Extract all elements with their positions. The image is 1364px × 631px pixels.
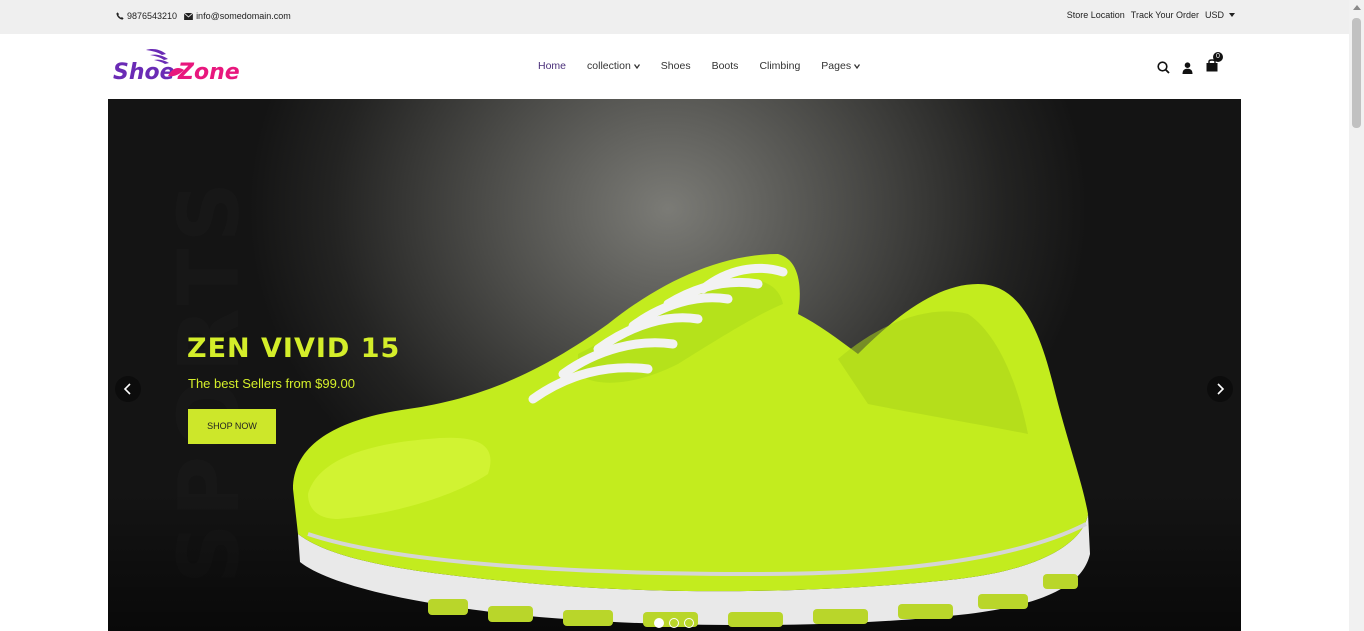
hero-slider: SPORTS EDITION — [108, 99, 1241, 631]
slider-dot-3[interactable] — [684, 618, 694, 628]
page: 9876543210 info@somedomain.com Store Loc… — [0, 0, 1364, 631]
phone-item[interactable]: 9876543210 — [116, 11, 177, 21]
scroll-up-arrow-icon[interactable] — [1353, 5, 1361, 10]
hero-headline: ZEN VIVID 15 — [187, 333, 401, 364]
cart-count-badge: 0 — [1213, 52, 1223, 62]
slider-prev-button[interactable] — [115, 376, 141, 402]
currency-value: USD — [1204, 10, 1224, 20]
caret-down-icon — [854, 63, 861, 69]
nav-label: Home — [538, 60, 567, 72]
nav-label: Shoes — [660, 60, 691, 72]
nav-label: Climbing — [759, 60, 801, 72]
nav-label: Boots — [711, 60, 739, 72]
chevron-right-icon — [1217, 383, 1225, 395]
contact-info: 9876543210 info@somedomain.com — [116, 11, 291, 21]
nav-pages[interactable]: Pages — [821, 60, 861, 72]
main-header: Shoe Zone Home collection Shoes Boots Cl… — [0, 34, 1349, 99]
store-location-link[interactable]: Store Location — [1067, 10, 1125, 20]
slider-dots — [654, 618, 694, 628]
header-actions: 0 — [1157, 52, 1223, 77]
user-icon[interactable] — [1182, 61, 1193, 74]
shoezone-logo[interactable]: Shoe Zone — [112, 46, 244, 88]
slider-next-button[interactable] — [1207, 376, 1233, 402]
nav-label: collection — [587, 60, 631, 72]
track-order-link[interactable]: Track Your Order — [1131, 10, 1199, 20]
currency-selector[interactable]: USD — [1205, 10, 1235, 20]
scrollbar-thumb[interactable] — [1352, 18, 1361, 128]
main-nav: Home collection Shoes Boots Climbing Pag… — [538, 60, 881, 72]
cart-button[interactable]: 0 — [1205, 52, 1223, 77]
caret-down-icon — [1229, 13, 1235, 17]
nav-home[interactable]: Home — [538, 60, 566, 72]
svg-text:Zone: Zone — [177, 60, 240, 85]
shop-now-button[interactable]: SHOP NOW — [188, 409, 276, 444]
top-bar: 9876543210 info@somedomain.com Store Loc… — [0, 0, 1349, 34]
nav-shoes[interactable]: Shoes — [661, 60, 691, 72]
nav-label: Pages — [821, 60, 852, 72]
nav-climbing[interactable]: Climbing — [759, 60, 800, 72]
page-scrollbar[interactable] — [1349, 0, 1364, 631]
slider-dot-2[interactable] — [669, 618, 679, 628]
chevron-left-icon — [123, 383, 131, 395]
email-item[interactable]: info@somedomain.com — [184, 11, 291, 21]
caret-down-icon — [633, 63, 640, 69]
slider-dot-1[interactable] — [654, 618, 664, 628]
top-bar-links: Store Location Track Your Order USD — [1067, 10, 1235, 20]
envelope-icon — [184, 12, 194, 20]
hero-subline: The best Sellers from $99.00 — [188, 376, 355, 391]
phone-icon — [116, 12, 124, 20]
email-address: info@somedomain.com — [196, 11, 291, 21]
hero-shoe-image — [293, 254, 1090, 627]
svg-text:Shoe: Shoe — [113, 60, 175, 85]
search-icon[interactable] — [1157, 61, 1170, 74]
phone-number: 9876543210 — [127, 11, 178, 21]
nav-boots[interactable]: Boots — [712, 60, 739, 72]
nav-collection[interactable]: collection — [587, 60, 640, 72]
